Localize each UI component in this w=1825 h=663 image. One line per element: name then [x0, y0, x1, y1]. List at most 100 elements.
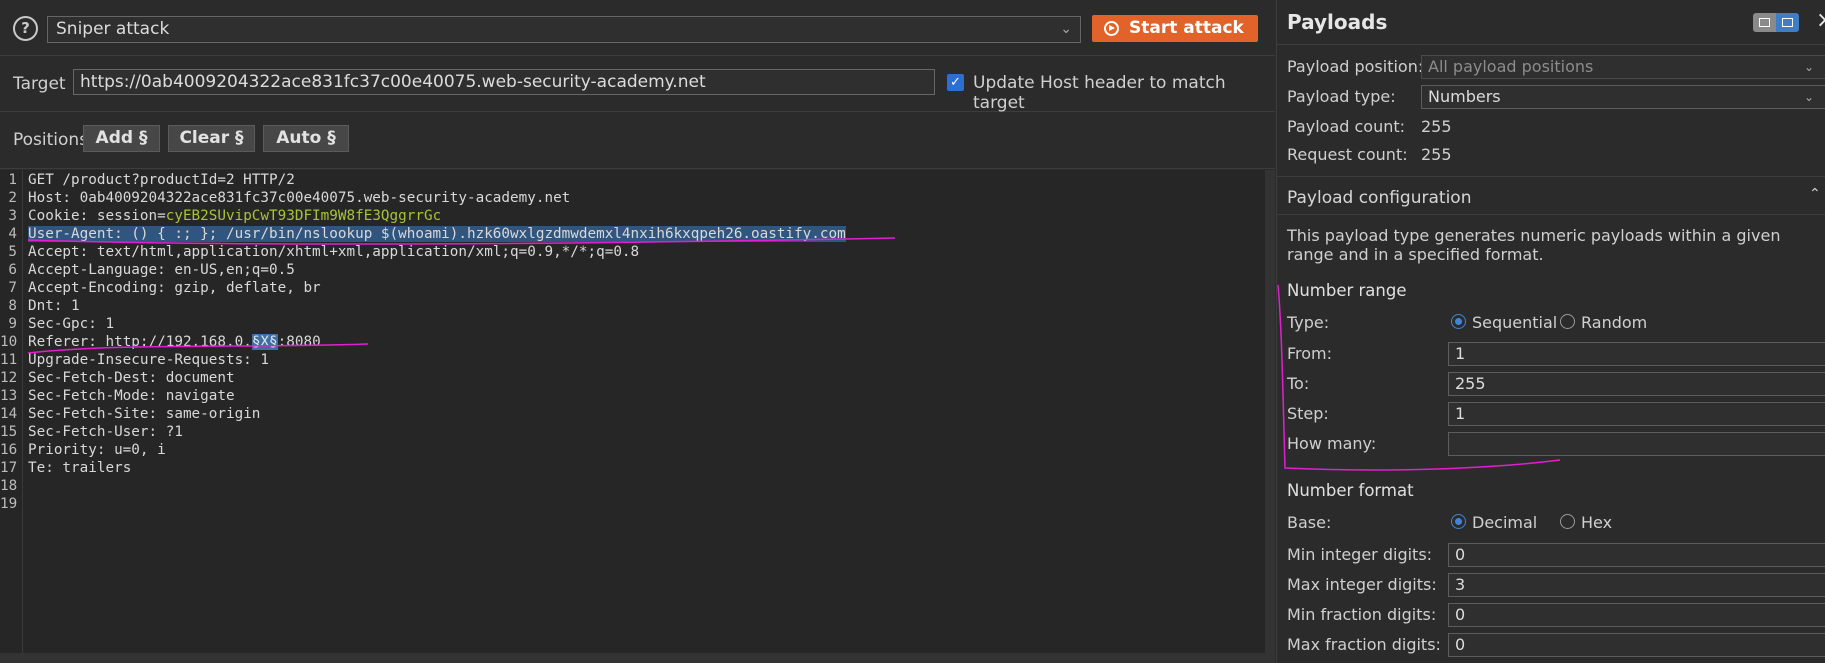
target-url-input[interactable]: https://0ab4009204322ace831fc37c00e40075… — [73, 69, 935, 95]
random-radio[interactable] — [1560, 314, 1575, 329]
line-number: 12 — [0, 370, 18, 386]
max-fraction-digits-label: Max fraction digits: — [1287, 635, 1441, 654]
line-number: 1 — [8, 172, 17, 188]
min-integer-digits-input[interactable]: 0 — [1448, 543, 1825, 567]
payloads-pane: Payloads × Payload position: All payload… — [1276, 0, 1825, 663]
request-line-8: Dnt: 1 — [28, 298, 80, 314]
to-input[interactable]: 255 — [1448, 372, 1825, 396]
line-number: 14 — [0, 406, 18, 422]
line-numbers: 1 2 3 4 5 6 7 8 9 10 11 12 13 14 15 16 17 18 19 — [0, 170, 23, 570]
request-line-9: Sec-Gpc: 1 — [28, 316, 115, 332]
request-line-12: Sec-Fetch-Dest: document — [28, 370, 235, 386]
target-bar: Target https://0ab4009204322ace831fc37c0… — [0, 57, 1275, 113]
decimal-radio[interactable] — [1451, 514, 1466, 529]
target-label: Target — [13, 74, 66, 94]
from-label: From: — [1287, 344, 1333, 363]
update-host-checkbox[interactable]: ✓ — [947, 74, 964, 91]
to-label: To: — [1287, 374, 1310, 393]
request-line-6: Accept-Language: en-US,en;q=0.5 — [28, 262, 295, 278]
min-fraction-digits-label: Min fraction digits: — [1287, 605, 1437, 624]
base-label: Base: — [1287, 513, 1332, 532]
payload-configuration-heading[interactable]: Payload configuration — [1287, 188, 1471, 208]
layout-list-icon[interactable] — [1753, 13, 1776, 32]
range-type-label: Type: — [1287, 313, 1330, 332]
layout-split-icon[interactable] — [1776, 13, 1799, 32]
request-line-1: GET /product?productId=2 HTTP/2 — [28, 172, 295, 188]
request-line-5: Accept: text/html,application/xhtml+xml,… — [28, 244, 640, 260]
step-input[interactable]: 1 — [1448, 402, 1825, 426]
editor-vertical-scrollbar[interactable] — [1265, 170, 1275, 653]
request-line-10: Referer: http://192.168.0.§X§:8080 — [28, 334, 321, 350]
random-label: Random — [1581, 313, 1648, 332]
line-number: 8 — [8, 298, 17, 314]
auto-marker-button[interactable]: Auto § — [263, 125, 349, 152]
min-fraction-digits-input[interactable]: 0 — [1448, 603, 1825, 627]
payload-type-label: Payload type: — [1287, 87, 1396, 106]
request-line-7: Accept-Encoding: gzip, deflate, br — [28, 280, 321, 296]
request-editor[interactable]: GET /product?productId=2 HTTP/2 Host: 0a… — [0, 170, 1265, 653]
divider — [1277, 176, 1825, 177]
chevron-down-icon: ⌄ — [1060, 21, 1072, 37]
line-number: 10 — [0, 334, 18, 350]
how-many-input[interactable] — [1448, 432, 1825, 456]
request-line-2: Host: 0ab4009204322ace831fc37c00e40075.w… — [28, 190, 571, 206]
request-line-13: Sec-Fetch-Mode: navigate — [28, 388, 235, 404]
request-line-17: Te: trailers — [28, 460, 132, 476]
attack-type-value: Sniper attack — [56, 19, 170, 39]
chevron-up-icon[interactable]: ⌃ — [1809, 186, 1821, 202]
request-count-label: Request count: — [1287, 145, 1408, 164]
payload-configuration-description: This payload type generates numeric payl… — [1287, 226, 1781, 264]
payloads-title: Payloads — [1287, 10, 1388, 34]
line-number: 17 — [0, 460, 18, 476]
line-number: 5 — [8, 244, 17, 260]
decimal-label: Decimal — [1472, 513, 1538, 532]
sequential-radio[interactable] — [1451, 314, 1466, 329]
update-host-label: Update Host header to match target — [973, 73, 1226, 113]
layout-toggle[interactable] — [1753, 13, 1799, 32]
payload-count-value: 255 — [1421, 117, 1452, 136]
line-number: 7 — [8, 280, 17, 296]
from-input[interactable]: 1 — [1448, 342, 1825, 366]
max-fraction-digits-input[interactable]: 0 — [1448, 633, 1825, 657]
line-number: 15 — [0, 424, 18, 440]
request-line-11: Upgrade-Insecure-Requests: 1 — [28, 352, 270, 368]
sequential-label: Sequential — [1472, 313, 1558, 332]
line-number: 9 — [8, 316, 17, 332]
add-marker-button[interactable]: Add § — [83, 125, 160, 152]
clear-marker-button[interactable]: Clear § — [168, 125, 255, 152]
line-number: 3 — [8, 208, 17, 224]
chevron-down-icon: ⌄ — [1803, 90, 1814, 104]
line-number: 6 — [8, 262, 17, 278]
number-range-heading: Number range — [1287, 281, 1407, 300]
attack-type-select[interactable]: Sniper attack ⌄ — [47, 16, 1081, 43]
number-format-heading: Number format — [1287, 481, 1414, 500]
payload-position-select[interactable]: All payload positions ⌄ — [1421, 55, 1825, 79]
step-label: Step: — [1287, 404, 1329, 423]
line-number: 13 — [0, 388, 18, 404]
payload-type-select[interactable]: Numbers ⌄ — [1421, 85, 1825, 109]
hex-radio[interactable] — [1560, 514, 1575, 529]
request-line-4: User-Agent: () { :; }; /usr/bin/nslookup… — [28, 226, 846, 242]
line-number: 4 — [8, 226, 17, 242]
attack-toolbar: ? Sniper attack ⌄ Start attack — [0, 0, 1275, 56]
close-icon[interactable]: × — [1816, 8, 1825, 33]
request-editor-pane: ? Sniper attack ⌄ Start attack Target ht… — [0, 0, 1275, 663]
divider — [1277, 214, 1825, 215]
max-integer-digits-label: Max integer digits: — [1287, 575, 1437, 594]
start-attack-button[interactable]: Start attack — [1092, 15, 1258, 42]
max-integer-digits-input[interactable]: 3 — [1448, 573, 1825, 597]
payload-marker[interactable]: §X§ — [251, 334, 278, 350]
play-icon — [1104, 21, 1119, 36]
chevron-down-icon: ⌄ — [1803, 60, 1814, 74]
line-number: 19 — [0, 496, 18, 512]
request-line-3: Cookie: session=cyEB2SUvipCwT93DFIm9W8fE… — [28, 208, 442, 224]
request-line-16: Priority: u=0, i — [28, 442, 166, 458]
hex-label: Hex — [1581, 513, 1613, 532]
help-icon[interactable]: ? — [13, 16, 38, 41]
request-line-14: Sec-Fetch-Site: same-origin — [28, 406, 261, 422]
line-number: 16 — [0, 442, 18, 458]
divider — [1277, 44, 1825, 45]
min-integer-digits-label: Min integer digits: — [1287, 545, 1433, 564]
editor-horizontal-scrollbar[interactable] — [0, 653, 1275, 663]
payload-count-label: Payload count: — [1287, 117, 1406, 136]
